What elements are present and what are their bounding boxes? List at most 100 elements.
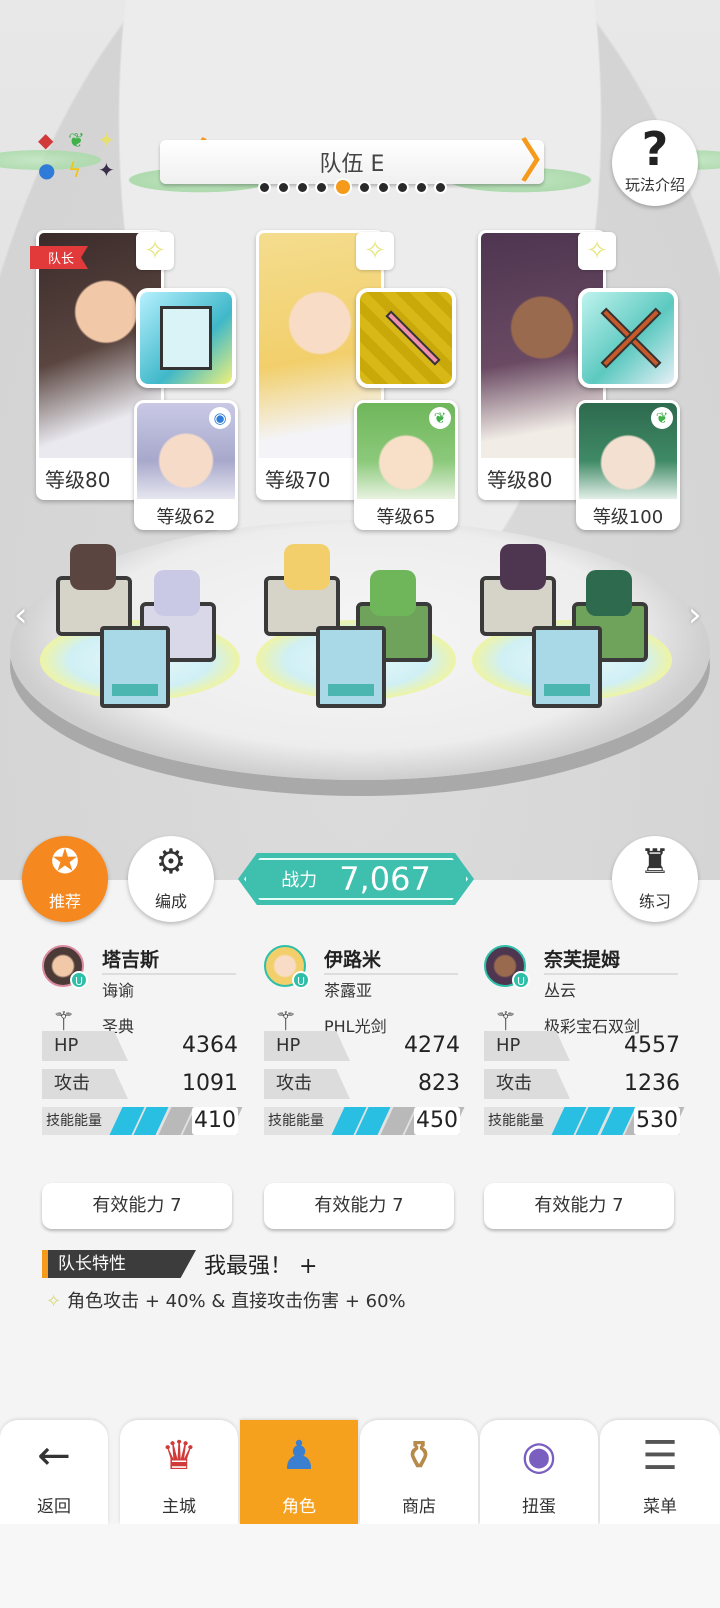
effective-ability-button[interactable]: 有效能力 7 bbox=[484, 1183, 674, 1229]
team-page-dots[interactable] bbox=[258, 178, 447, 196]
stage-slot-2[interactable] bbox=[256, 540, 456, 720]
team-page-dot[interactable] bbox=[296, 180, 309, 194]
element-cycle-icon[interactable]: ◆ ❦ ✦ ● ϟ ✦ bbox=[30, 128, 130, 188]
character-card-1[interactable]: 等级80 队长 ✧ ◉ 等级62 bbox=[30, 230, 238, 530]
hp-row: HP 4557 bbox=[484, 1031, 680, 1061]
support-sprite bbox=[586, 570, 632, 616]
equipment-slot[interactable] bbox=[578, 288, 678, 388]
team-page-dot[interactable] bbox=[415, 180, 428, 194]
castle-icon: ♛ bbox=[161, 1433, 197, 1479]
equipment-chip bbox=[532, 626, 602, 708]
nav-characters-label: 角色 bbox=[282, 1497, 316, 1517]
attack-value: 1236 bbox=[624, 1071, 680, 1096]
formation-gear-icon: ⚙ bbox=[155, 842, 187, 882]
character-avatar[interactable]: U bbox=[484, 945, 530, 989]
attack-label: 攻击 bbox=[264, 1069, 350, 1099]
equipment-chip bbox=[316, 626, 386, 708]
equipment-slot[interactable] bbox=[356, 288, 456, 388]
scene-right-arrow-icon[interactable]: › bbox=[688, 595, 702, 635]
team-page-dot[interactable] bbox=[315, 180, 328, 194]
attack-row: 攻击 1091 bbox=[42, 1069, 238, 1099]
divider bbox=[324, 973, 458, 975]
scene-left-arrow-icon[interactable]: ‹ bbox=[14, 595, 28, 635]
nav-menu-label: 菜单 bbox=[643, 1497, 677, 1517]
shop-bag-icon: ⚱ bbox=[402, 1433, 436, 1479]
character-card-3[interactable]: 等级80 ✧ ❦ 等级100 bbox=[478, 230, 680, 530]
power-label: 战力 bbox=[281, 870, 318, 891]
skill-energy-row: 技能能量 450 bbox=[264, 1107, 465, 1135]
character-name: 奈芙提姆 bbox=[544, 949, 621, 971]
stage-slot-1[interactable] bbox=[40, 540, 240, 720]
nav-menu[interactable]: ☰ 菜单 bbox=[600, 1420, 720, 1524]
nature-element-icon: ❦ bbox=[429, 407, 451, 429]
team-page-dot[interactable] bbox=[377, 180, 390, 194]
attack-row: 攻击 823 bbox=[264, 1069, 460, 1099]
character-avatar[interactable]: U bbox=[42, 945, 88, 989]
team-page-dot[interactable] bbox=[334, 178, 352, 196]
equipment-slot[interactable] bbox=[136, 288, 236, 388]
next-team-arrow-icon[interactable]: 〉 bbox=[520, 138, 566, 184]
team-page-dot[interactable] bbox=[434, 180, 447, 194]
team-page-dot[interactable] bbox=[258, 180, 271, 194]
attack-label: 攻击 bbox=[42, 1069, 128, 1099]
hp-value: 4364 bbox=[182, 1033, 238, 1058]
recommend-label: 推荐 bbox=[48, 892, 81, 911]
hp-row: HP 4364 bbox=[42, 1031, 238, 1061]
character-sprite bbox=[70, 544, 116, 590]
leader-trait-description: ✧ 角色攻击 + 40% & 直接攻击伤害 + 60% bbox=[46, 1287, 406, 1313]
formation-button[interactable]: ⚙ 编成 bbox=[128, 836, 214, 922]
character-sprite bbox=[284, 544, 330, 590]
attack-row: 攻击 1236 bbox=[484, 1069, 680, 1099]
character-card-2[interactable]: 等级70 ✧ ❦ 等级65 bbox=[256, 230, 458, 530]
character-subtitle: 诲谕 bbox=[102, 981, 135, 1000]
help-button[interactable]: ? 玩法介绍 bbox=[612, 120, 698, 206]
nav-characters[interactable]: ♟ 角色 bbox=[240, 1420, 358, 1524]
support-character[interactable]: ❦ 等级100 bbox=[576, 400, 680, 530]
sparkle-icon: ✧ bbox=[356, 232, 394, 270]
effective-ability-button[interactable]: 有效能力 7 bbox=[42, 1183, 232, 1229]
support-character[interactable]: ◉ 等级62 bbox=[134, 400, 238, 530]
stage-slot-3[interactable] bbox=[472, 540, 672, 720]
leader-trait-name[interactable]: 我最强！ + bbox=[204, 1248, 317, 1280]
training-dummy-icon: ♜ bbox=[639, 842, 671, 882]
attack-value: 823 bbox=[418, 1071, 460, 1096]
hp-value: 4274 bbox=[404, 1033, 460, 1058]
character-name: 塔吉斯 bbox=[102, 949, 160, 971]
hp-label: HP bbox=[264, 1031, 350, 1061]
recommend-button[interactable]: ✪ 推荐 bbox=[22, 836, 108, 922]
nav-castle-label: 主城 bbox=[162, 1497, 196, 1517]
nav-shop[interactable]: ⚱ 商店 bbox=[360, 1420, 478, 1524]
hp-label: HP bbox=[484, 1031, 570, 1061]
effective-ability-button[interactable]: 有效能力 7 bbox=[264, 1183, 454, 1229]
help-label: 玩法介绍 bbox=[624, 176, 685, 194]
character-level: 等级70 bbox=[265, 468, 331, 492]
team-page-dot[interactable] bbox=[396, 180, 409, 194]
character-level: 等级80 bbox=[45, 468, 111, 492]
support-level: 等级100 bbox=[592, 507, 664, 528]
character-icon: ♟ bbox=[281, 1433, 317, 1479]
nature-element-icon: ❦ bbox=[651, 407, 673, 429]
nav-castle[interactable]: ♛ 主城 bbox=[120, 1420, 238, 1524]
team-page-dot[interactable] bbox=[358, 180, 371, 194]
nav-back[interactable]: ← 返回 bbox=[0, 1420, 108, 1524]
leader-trait-tag: 队长特性 bbox=[42, 1250, 196, 1278]
upgrade-icon: U bbox=[70, 971, 88, 989]
support-character[interactable]: ❦ 等级65 bbox=[354, 400, 458, 530]
upgrade-icon: U bbox=[292, 971, 310, 989]
sparkle-icon: ✧ bbox=[46, 1291, 62, 1312]
back-arrow-icon: ← bbox=[37, 1433, 71, 1479]
divider bbox=[102, 973, 236, 975]
team-page-dot[interactable] bbox=[277, 180, 290, 194]
team-name: 队伍 E bbox=[319, 152, 385, 177]
skill-energy-value: 410 bbox=[192, 1107, 238, 1135]
nav-back-label: 返回 bbox=[37, 1497, 71, 1517]
bottom-safe-area bbox=[0, 1524, 720, 1608]
practice-button[interactable]: ♜ 练习 bbox=[612, 836, 698, 922]
support-sprite bbox=[370, 570, 416, 616]
character-avatar[interactable]: U bbox=[264, 945, 310, 989]
character-sprite bbox=[500, 544, 546, 590]
skill-energy-value: 450 bbox=[414, 1107, 460, 1135]
nav-gacha[interactable]: ◉ 扭蛋 bbox=[480, 1420, 598, 1524]
water-element-icon: ◉ bbox=[209, 407, 231, 429]
bottom-navigation: ← 返回 ♛ 主城 ♟ 角色 ⚱ 商店 ◉ 扭蛋 ☰ 菜单 bbox=[0, 1420, 720, 1524]
